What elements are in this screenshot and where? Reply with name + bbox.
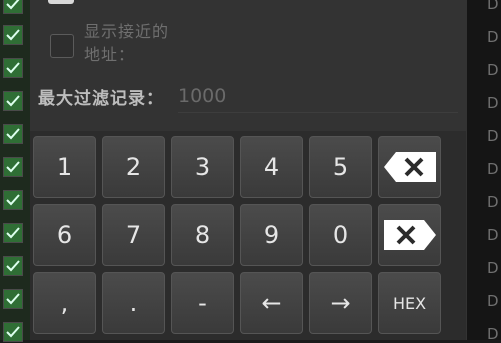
checkbox-icon[interactable]	[3, 157, 23, 177]
left-checkbox-column	[0, 0, 30, 342]
list-item-letter: D	[487, 193, 499, 211]
partial-checkbox[interactable]	[48, 0, 74, 4]
cursor-right-key[interactable]: →	[309, 272, 372, 334]
cursor-left-key[interactable]: ←	[240, 272, 303, 334]
checkbox-icon[interactable]	[3, 256, 23, 276]
list-item-letter: D	[487, 292, 499, 310]
list-item-letter: D	[487, 61, 499, 79]
max-records-label: 最大过滤记录：	[38, 89, 164, 109]
key-7[interactable]: 7	[102, 204, 165, 266]
hex-key[interactable]: HEX	[378, 272, 441, 334]
checkbox-icon[interactable]	[3, 91, 23, 111]
checkbox-icon[interactable]	[3, 124, 23, 144]
checkbox-icon[interactable]	[3, 25, 23, 45]
checkbox-icon[interactable]	[3, 289, 23, 309]
key-1[interactable]: 1	[33, 136, 96, 198]
key-comma[interactable]: ,	[33, 272, 96, 334]
show-nearby-checkbox[interactable]	[50, 34, 74, 58]
key-5[interactable]: 5	[309, 136, 372, 198]
backspace-icon	[383, 152, 436, 182]
checkbox-icon[interactable]	[3, 190, 23, 210]
key-2[interactable]: 2	[102, 136, 165, 198]
key-6[interactable]: 6	[33, 204, 96, 266]
key-3[interactable]: 3	[171, 136, 234, 198]
list-item-letter: D	[487, 94, 499, 112]
numeric-keypad: 1 2 3 4 5 6 7 8 9 0 , . - ← → HEX	[30, 131, 466, 340]
max-records-input[interactable]: 1000	[178, 80, 458, 113]
checkbox-icon[interactable]	[3, 223, 23, 243]
list-item-letter: D	[487, 160, 499, 178]
show-nearby-label: 显示接近的地址：	[84, 22, 170, 64]
right-list-column: D D D D D D D D D D D	[466, 0, 501, 342]
list-item-letter: D	[487, 0, 499, 13]
delete-icon	[383, 220, 436, 250]
key-4[interactable]: 4	[240, 136, 303, 198]
list-item-letter: D	[487, 259, 499, 277]
checkbox-icon[interactable]	[3, 0, 23, 14]
list-item-letter: D	[487, 226, 499, 244]
key-minus[interactable]: -	[171, 272, 234, 334]
backspace-key[interactable]	[378, 136, 441, 198]
checkbox-icon[interactable]	[3, 322, 23, 342]
key-9[interactable]: 9	[240, 204, 303, 266]
delete-key[interactable]	[378, 204, 441, 266]
list-item-letter: D	[487, 28, 499, 46]
key-8[interactable]: 8	[171, 204, 234, 266]
key-0[interactable]: 0	[309, 204, 372, 266]
list-item-letter: D	[487, 127, 499, 145]
checkbox-icon[interactable]	[3, 58, 23, 78]
key-period[interactable]: .	[102, 272, 165, 334]
